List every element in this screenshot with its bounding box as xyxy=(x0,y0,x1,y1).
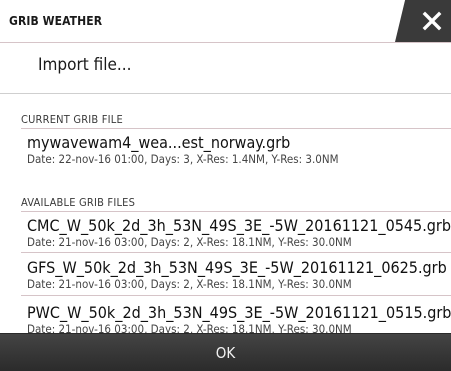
grib-file-meta: Date: 21-nov-16 03:00, Days: 2, X-Res: 1… xyxy=(27,277,352,291)
list-divider xyxy=(21,252,451,253)
grib-file-item[interactable]: GFS_W_50k_2d_3h_53N_49S_3E_-5W_20161121_… xyxy=(27,258,447,291)
current-grib-meta: Date: 22-nov-16 01:00, Days: 3, X-Res: 1… xyxy=(27,152,339,166)
grib-file-item[interactable]: PWC_W_50k_2d_3h_53N_49S_3E_-5W_20161121_… xyxy=(27,303,451,333)
close-icon[interactable] xyxy=(413,0,451,42)
dialog-titlebar: GRIB WEATHER xyxy=(0,0,451,42)
available-grib-header: AVAILABLE GRIB FILES xyxy=(21,196,136,209)
import-divider xyxy=(0,93,451,94)
grib-file-name: GFS_W_50k_2d_3h_53N_49S_3E_-5W_20161121_… xyxy=(27,258,447,277)
list-scroll-clip: PWC_W_50k_2d_3h_53N_49S_3E_-5W_20161121_… xyxy=(0,298,451,333)
current-grib-name: mywavewam4_wea...est_norway.grb xyxy=(27,133,291,152)
grib-file-meta: Date: 21-nov-16 03:00, Days: 2, X-Res: 1… xyxy=(27,322,352,333)
grib-file-name: CMC_W_50k_2d_3h_53N_49S_3E_-5W_20161121_… xyxy=(27,216,451,235)
ok-button[interactable]: OK xyxy=(0,333,451,371)
grib-file-item[interactable]: CMC_W_50k_2d_3h_53N_49S_3E_-5W_20161121_… xyxy=(27,216,451,249)
title-divider xyxy=(0,42,451,43)
import-file-button[interactable]: Import file... xyxy=(38,55,131,75)
dialog-title: GRIB WEATHER xyxy=(9,14,103,28)
grib-file-name: PWC_W_50k_2d_3h_53N_49S_3E_-5W_20161121_… xyxy=(27,303,451,322)
current-grib-file[interactable]: mywavewam4_wea...est_norway.grb Date: 22… xyxy=(27,133,447,166)
grib-file-meta: Date: 21-nov-16 03:00, Days: 2, X-Res: 1… xyxy=(27,235,352,249)
current-header-divider xyxy=(21,128,451,129)
list-divider xyxy=(21,295,451,296)
ok-label: OK xyxy=(215,343,236,362)
available-header-divider xyxy=(21,211,451,212)
current-grib-header: CURRENT GRIB FILE xyxy=(21,113,123,126)
